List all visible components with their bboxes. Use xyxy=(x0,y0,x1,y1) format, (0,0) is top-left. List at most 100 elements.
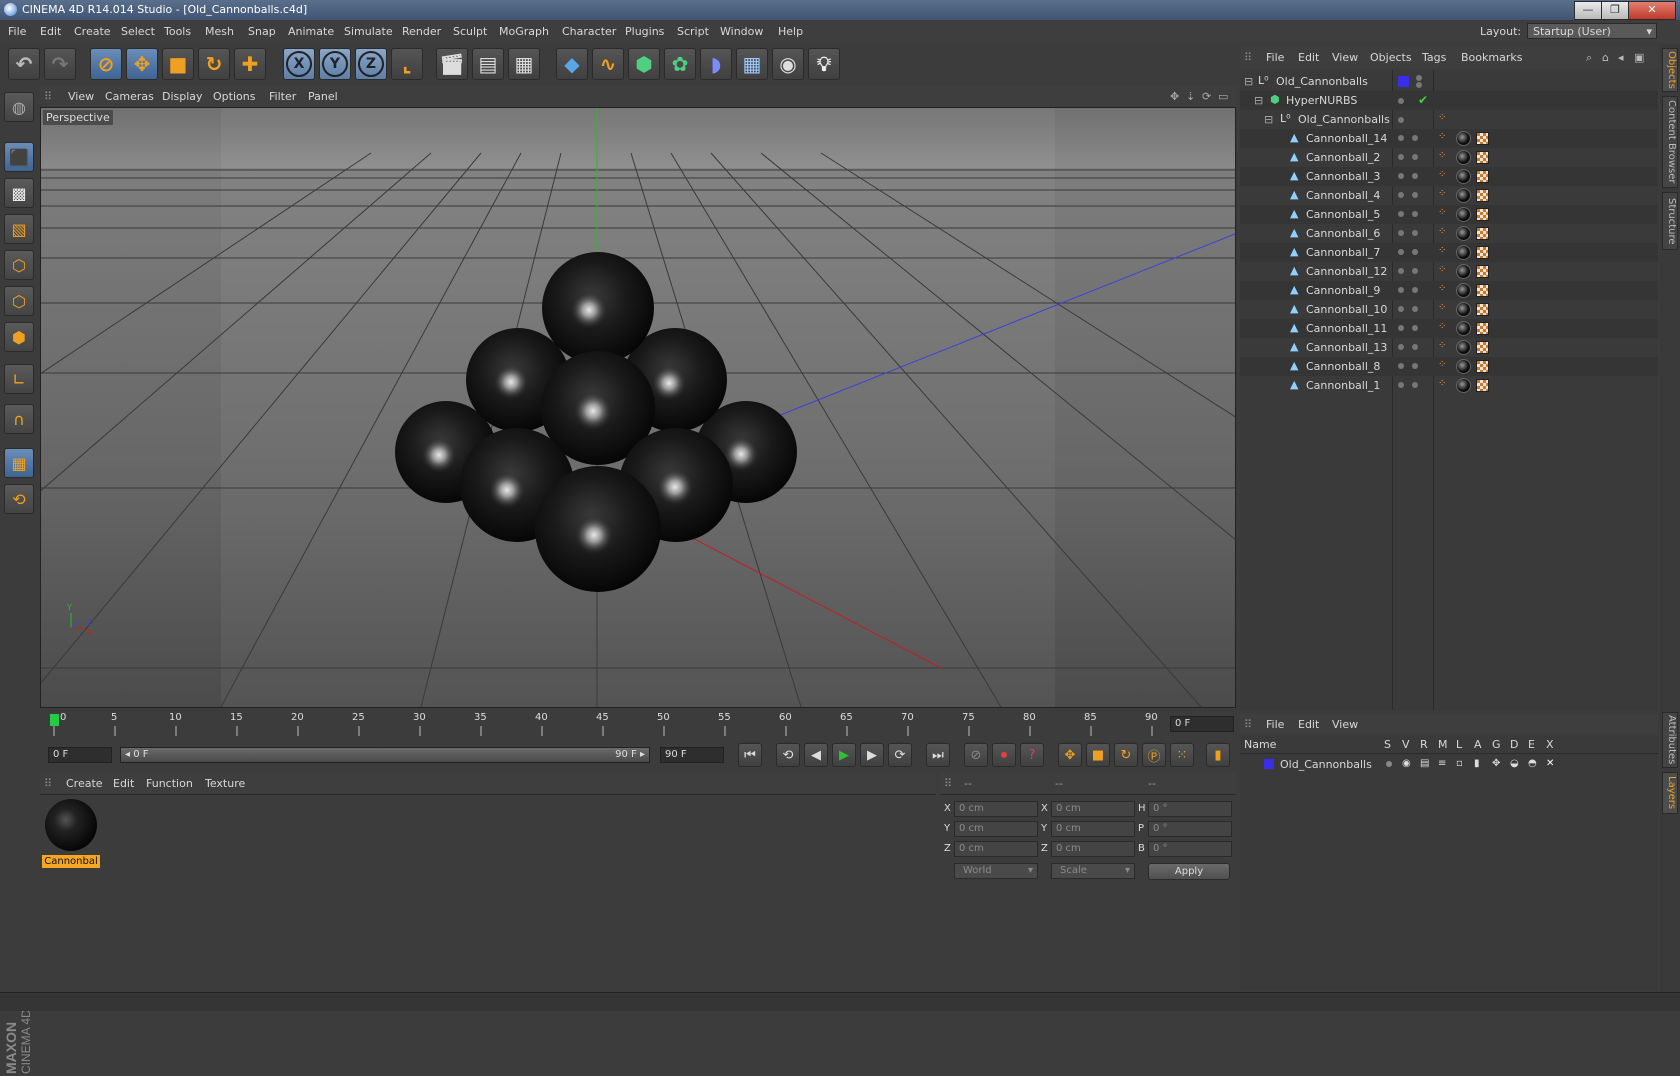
coordinate-mode-select[interactable]: Scale ▾ xyxy=(1051,863,1135,879)
layer-col-expressions[interactable]: E xyxy=(1528,738,1535,751)
hierarchy-icon[interactable]: ≡ xyxy=(1438,758,1446,769)
rotation-p-field[interactable]: 0 ° xyxy=(1148,821,1232,837)
object-row-cannonball[interactable]: ▲ Cannonball_12 ⁘ xyxy=(1240,262,1658,281)
workplane-mode-button[interactable]: ▧ xyxy=(4,214,34,244)
viewport-menu-options[interactable]: Options xyxy=(213,90,255,103)
object-row-hypernurbs[interactable]: ⊟ ⬢ HyperNURBS ✔ xyxy=(1240,91,1658,110)
material-tag-icon[interactable] xyxy=(1456,226,1471,241)
material-tag-icon[interactable] xyxy=(1456,378,1471,393)
go-to-end-button[interactable]: ⏭︎ xyxy=(926,743,950,767)
visibility-dot[interactable] xyxy=(1398,344,1404,350)
layer-menu-edit[interactable]: Edit xyxy=(1298,718,1319,731)
menu-render[interactable]: Render xyxy=(402,25,441,38)
layer-col-manager[interactable]: M xyxy=(1438,738,1448,751)
phong-tag-icon[interactable]: ⁘ xyxy=(1438,150,1446,161)
viewport-rotate-icon[interactable]: ⟳ xyxy=(1202,90,1211,103)
size-y-field[interactable]: 0 cm xyxy=(1051,821,1135,837)
menu-plugins[interactable]: Plugins xyxy=(625,25,664,38)
visibility-dot[interactable] xyxy=(1398,135,1404,141)
viewport-zoom-icon[interactable]: ⇣ xyxy=(1186,90,1195,103)
keyframe-selection-button[interactable]: ? xyxy=(1020,743,1044,767)
y-axis-lock-button[interactable]: Y xyxy=(319,48,351,80)
phong-tag-icon[interactable]: ⁘ xyxy=(1438,245,1446,256)
material-tag-icon[interactable] xyxy=(1456,188,1471,203)
render-view-button[interactable]: 🎬︎ xyxy=(436,48,468,80)
floor-button[interactable]: ▦ xyxy=(736,48,768,80)
home-icon[interactable]: ⌂ xyxy=(1602,51,1609,64)
timeline-current-marker[interactable] xyxy=(50,714,59,726)
viewport-maximize-icon[interactable]: ▭ xyxy=(1218,90,1228,103)
material-menu-function[interactable]: Function xyxy=(146,777,193,790)
collapse-icon[interactable]: ⊟ xyxy=(1254,94,1263,107)
layer-menu-file[interactable]: File xyxy=(1266,718,1284,731)
coordinate-space-select[interactable]: World ▾ xyxy=(954,863,1038,879)
layer-col-generators[interactable]: G xyxy=(1492,738,1501,751)
expression-icon[interactable]: ◓ xyxy=(1528,758,1537,769)
x-axis-lock-button[interactable]: X xyxy=(283,48,315,80)
phong-tag-icon[interactable]: ⁘ xyxy=(1438,226,1446,237)
layer-col-locked[interactable]: L xyxy=(1456,738,1462,751)
visibility-dot[interactable] xyxy=(1398,230,1404,236)
visibility-dot[interactable] xyxy=(1398,249,1404,255)
object-menu-bookmarks[interactable]: Bookmarks xyxy=(1461,51,1522,64)
object-row-root[interactable]: ⊟ L⁰ Old_Cannonballs xyxy=(1240,72,1658,91)
visibility-dot[interactable] xyxy=(1412,363,1418,369)
menu-edit[interactable]: Edit xyxy=(40,25,61,38)
uvw-tag-icon[interactable] xyxy=(1476,151,1489,164)
visibility-dot[interactable] xyxy=(1412,230,1418,236)
phong-tag-icon[interactable]: ⁘ xyxy=(1438,207,1446,218)
panel-grip-icon[interactable]: ⠿ xyxy=(1244,51,1252,64)
apply-button[interactable]: Apply xyxy=(1148,863,1230,880)
texture-mode-button[interactable]: ▩ xyxy=(4,178,34,208)
array-button[interactable]: ✿ xyxy=(664,48,696,80)
menu-help[interactable]: Help xyxy=(778,25,803,38)
generator-icon[interactable]: ✥ xyxy=(1492,758,1500,769)
material-tag-icon[interactable] xyxy=(1456,359,1471,374)
layer-col-solo[interactable]: S xyxy=(1384,738,1391,751)
recent-tool-button[interactable]: ✚ xyxy=(234,48,266,80)
xref-icon[interactable]: ✕ xyxy=(1546,758,1554,769)
visibility-dot[interactable] xyxy=(1398,211,1404,217)
z-axis-lock-button[interactable]: Z xyxy=(355,48,387,80)
phong-tag-icon[interactable]: ⁘ xyxy=(1438,321,1446,332)
material-menu-edit[interactable]: Edit xyxy=(113,777,134,790)
phong-tag-icon[interactable]: ⁘ xyxy=(1438,112,1446,123)
phong-tag-icon[interactable]: ⁘ xyxy=(1438,359,1446,370)
record-rotation-button[interactable]: ↻ xyxy=(1114,743,1138,767)
uvw-tag-icon[interactable] xyxy=(1476,379,1489,392)
visibility-dot[interactable] xyxy=(1412,154,1418,160)
object-menu-objects[interactable]: Objects xyxy=(1370,51,1412,64)
menu-create[interactable]: Create xyxy=(74,25,111,38)
visibility-dot[interactable] xyxy=(1412,268,1418,274)
layout-select[interactable]: Startup (User) ▾ xyxy=(1527,23,1657,39)
viewport-menu-filter[interactable]: Filter xyxy=(269,90,296,103)
object-row-cannonball[interactable]: ▲ Cannonball_2 ⁘ xyxy=(1240,148,1658,167)
viewport-menu-display[interactable]: Display xyxy=(162,90,203,103)
uvw-tag-icon[interactable] xyxy=(1476,246,1489,259)
viewport-menu-cameras[interactable]: Cameras xyxy=(105,90,154,103)
collapse-icon[interactable]: ⊟ xyxy=(1264,113,1273,126)
object-row-cannonball[interactable]: ▲ Cannonball_11 ⁘ xyxy=(1240,319,1658,338)
material-tag-icon[interactable] xyxy=(1456,340,1471,355)
uvw-tag-icon[interactable] xyxy=(1476,341,1489,354)
render-picture-viewer-button[interactable]: ▤ xyxy=(472,48,504,80)
size-x-field[interactable]: 0 cm xyxy=(1051,801,1135,817)
visibility-dot[interactable] xyxy=(1412,382,1418,388)
menu-simulate[interactable]: Simulate xyxy=(344,25,393,38)
layer-col-deformers[interactable]: D xyxy=(1510,738,1518,751)
menu-window[interactable]: Window xyxy=(720,25,763,38)
object-row-cannonball[interactable]: ▲ Cannonball_4 ⁘ xyxy=(1240,186,1658,205)
material-tag-icon[interactable] xyxy=(1456,150,1471,165)
object-row-cannonball[interactable]: ▲ Cannonball_10 ⁘ xyxy=(1240,300,1658,319)
visibility-dot[interactable] xyxy=(1412,173,1418,179)
scale-tool-button[interactable]: ■ xyxy=(162,48,194,80)
tab-layers[interactable]: Layers xyxy=(1662,772,1678,814)
material-tag-icon[interactable] xyxy=(1456,131,1471,146)
previous-icon[interactable]: ◂ xyxy=(1618,51,1624,64)
render-visibility-dot[interactable] xyxy=(1416,82,1422,88)
animation-icon[interactable]: ▮ xyxy=(1474,758,1480,769)
position-y-field[interactable]: 0 cm xyxy=(954,821,1038,837)
timeline-scheme-button[interactable]: ▮ xyxy=(1206,743,1230,767)
model-mode-button[interactable]: ⬛ xyxy=(4,142,34,172)
rotation-b-field[interactable]: 0 ° xyxy=(1148,841,1232,857)
